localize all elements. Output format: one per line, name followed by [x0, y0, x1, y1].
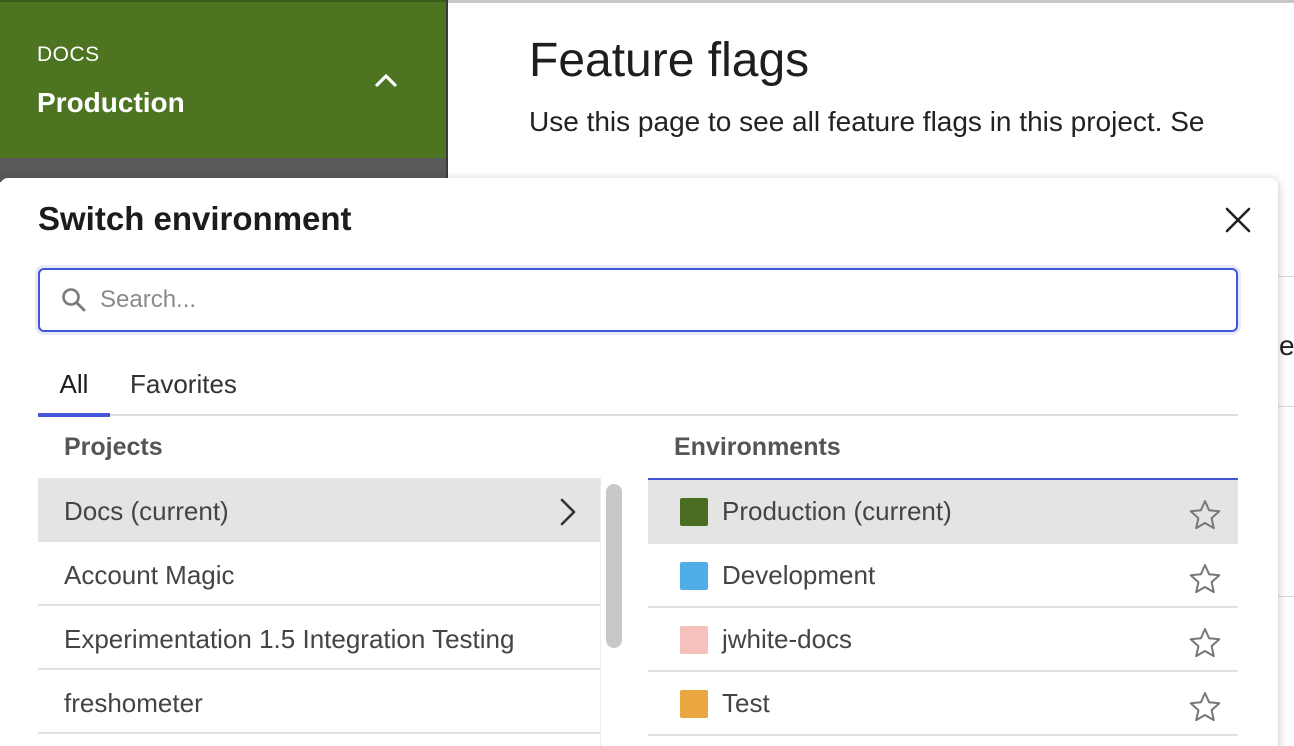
star-icon[interactable] — [1188, 498, 1222, 532]
star-icon[interactable] — [1188, 562, 1222, 596]
environment-item-test[interactable]: Test — [648, 672, 1238, 736]
project-item-experimentation[interactable]: Experimentation 1.5 Integration Testing — [38, 606, 600, 670]
star-icon[interactable] — [1188, 626, 1222, 660]
environment-label: Test — [722, 688, 770, 718]
environment-item-development[interactable]: Development — [648, 544, 1238, 608]
page-title: Feature flags — [529, 34, 810, 87]
environment-label: Development — [722, 560, 876, 590]
background-text-fragment: er — [1279, 330, 1294, 361]
environment-color-swatch — [680, 562, 708, 590]
search-input[interactable] — [100, 280, 1220, 320]
scrollbar-thumb[interactable] — [606, 484, 622, 648]
background-divider — [1278, 276, 1294, 277]
tab-all[interactable]: All — [38, 366, 110, 417]
projects-heading: Projects — [64, 433, 163, 461]
page-subtitle: Use this page to see all feature flags i… — [529, 106, 1205, 137]
switch-environment-dialog: Switch environment All Favorites Project… — [0, 178, 1278, 746]
environment-color-swatch — [680, 498, 708, 526]
sidebar-edge — [446, 0, 448, 182]
star-icon[interactable] — [1188, 690, 1222, 724]
environments-heading: Environments — [674, 433, 841, 461]
project-label: freshometer — [64, 688, 203, 718]
project-label: Experimentation 1.5 Integration Testing — [64, 624, 515, 654]
project-name: DOCS — [37, 43, 100, 66]
search-icon — [62, 288, 86, 312]
environment-switcher-header[interactable]: DOCS Production — [0, 0, 446, 158]
project-label: Docs (current) — [64, 496, 229, 526]
project-label: Account Magic — [64, 560, 235, 590]
close-icon[interactable] — [1220, 202, 1256, 238]
project-list: Docs (current) Account Magic Experimenta… — [38, 478, 600, 746]
dialog-title: Switch environment — [38, 200, 352, 237]
chevron-right-icon — [560, 498, 576, 526]
chevron-up-icon[interactable] — [372, 68, 400, 92]
environment-item-production[interactable]: Production (current) — [648, 480, 1238, 544]
tab-favorites[interactable]: Favorites — [130, 366, 237, 416]
environment-label: jwhite-docs — [722, 624, 853, 654]
background-divider — [1278, 596, 1294, 597]
environment-color-swatch — [680, 626, 708, 654]
environment-name: Production — [37, 87, 185, 118]
environment-list: Production (current) Development jwhite-… — [648, 478, 1238, 746]
environment-label: Production (current) — [722, 496, 952, 526]
project-item-docs[interactable]: Docs (current) — [38, 478, 600, 542]
environment-item-jwhite-docs[interactable]: jwhite-docs — [648, 608, 1238, 672]
top-border — [448, 0, 1294, 3]
background-divider — [1278, 406, 1294, 407]
search-field[interactable] — [38, 268, 1238, 332]
project-item-freshometer[interactable]: freshometer — [38, 670, 600, 734]
project-item-account-magic[interactable]: Account Magic — [38, 542, 600, 606]
environment-color-swatch — [680, 690, 708, 718]
tab-bar: All Favorites — [38, 366, 1238, 417]
